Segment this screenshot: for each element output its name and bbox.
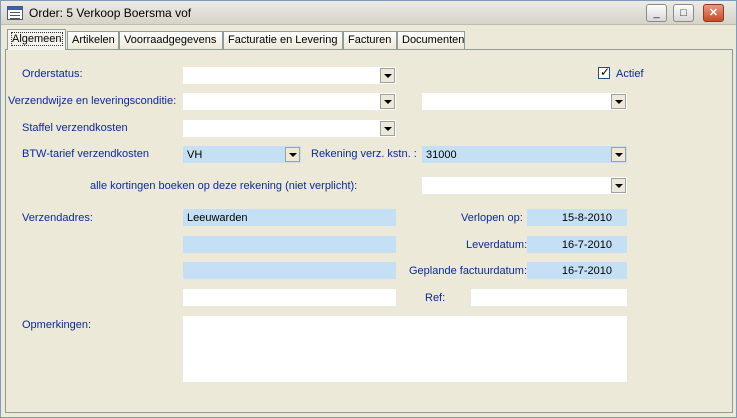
chevron-down-icon[interactable] [380,121,395,136]
address-line-2[interactable] [183,236,396,253]
kortingen-label: alle kortingen boeken op deze rekening (… [90,180,358,192]
staffel-label: Staffel verzendkosten [22,122,128,134]
kortingen-select[interactable] [422,177,627,194]
orderstatus-label: Orderstatus: [22,68,83,80]
verzendadres-label: Verzendadres: [22,212,93,224]
verzendwijze-select[interactable] [183,93,396,110]
factuurdatum-field[interactable]: 16-7-2010 [527,262,627,279]
leverdatum-label: Leverdatum: [466,239,528,251]
opmerkingen-label: Opmerkingen: [22,319,92,331]
leverdatum-field[interactable]: 16-7-2010 [527,236,627,253]
actief-label: Actief [616,68,644,80]
chevron-down-icon[interactable] [380,94,395,109]
tab-facturen[interactable]: Facturen [343,31,397,49]
opmerkingen-textarea[interactable] [183,316,627,382]
rekening-label: Rekening verz. kstn. : [311,148,417,160]
chevron-down-icon[interactable] [611,147,626,162]
form-icon [7,6,23,20]
tab-artikelen[interactable]: Artikelen [67,31,119,49]
chevron-down-icon[interactable] [611,178,626,193]
verlopen-label: Verlopen op: [461,212,523,224]
staffel-select[interactable] [183,120,396,137]
factuurdatum-label: Geplande factuurdatum: [409,265,528,277]
minimize-button[interactable]: _ [646,4,667,22]
chevron-down-icon[interactable] [285,147,300,162]
window-title: Order: 5 Verkoop Boersma vof [29,6,192,20]
title-bar[interactable]: Order: 5 Verkoop Boersma vof _ □ ✕ [1,1,736,25]
leveringsconditie-select[interactable] [422,93,627,110]
verzendwijze-label: Verzendwijze en leveringsconditie: [8,95,177,107]
order-window: Order: 5 Verkoop Boersma vof _ □ ✕ Algem… [0,0,737,418]
actief-checkbox[interactable] [598,65,610,79]
tab-facturatie-en-levering[interactable]: Facturatie en Levering [223,31,343,49]
chevron-down-icon[interactable] [380,68,395,83]
address-line-1[interactable]: Leeuwarden [183,209,396,226]
maximize-button[interactable]: □ [673,4,694,22]
chevron-down-icon[interactable] [611,94,626,109]
address-line-3[interactable] [183,262,396,279]
tab-algemeen[interactable]: Algemeen [7,29,66,50]
verlopen-field[interactable]: 15-8-2010 [527,209,627,226]
address-line-4[interactable] [183,289,396,306]
btw-label: BTW-tarief verzendkosten [22,148,149,160]
tab-documenten[interactable]: Documenten [397,31,465,49]
tab-voorraadgegevens[interactable]: Voorraadgegevens [119,31,223,49]
ref-label: Ref: [425,292,446,304]
rekening-select[interactable]: 31000 [422,146,627,163]
orderstatus-select[interactable] [183,67,396,84]
btw-select[interactable]: VH [183,146,301,163]
close-button[interactable]: ✕ [703,4,724,22]
ref-field[interactable] [471,289,627,306]
algemeen-panel: Orderstatus: Actief Verzendwijze en leve… [5,49,733,413]
